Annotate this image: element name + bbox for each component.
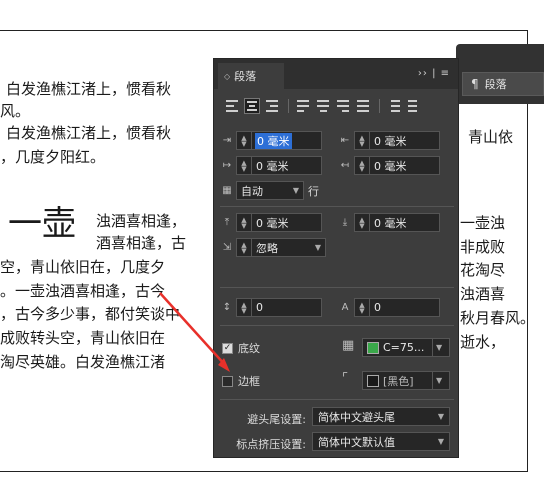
annotation-arrow — [159, 292, 230, 372]
